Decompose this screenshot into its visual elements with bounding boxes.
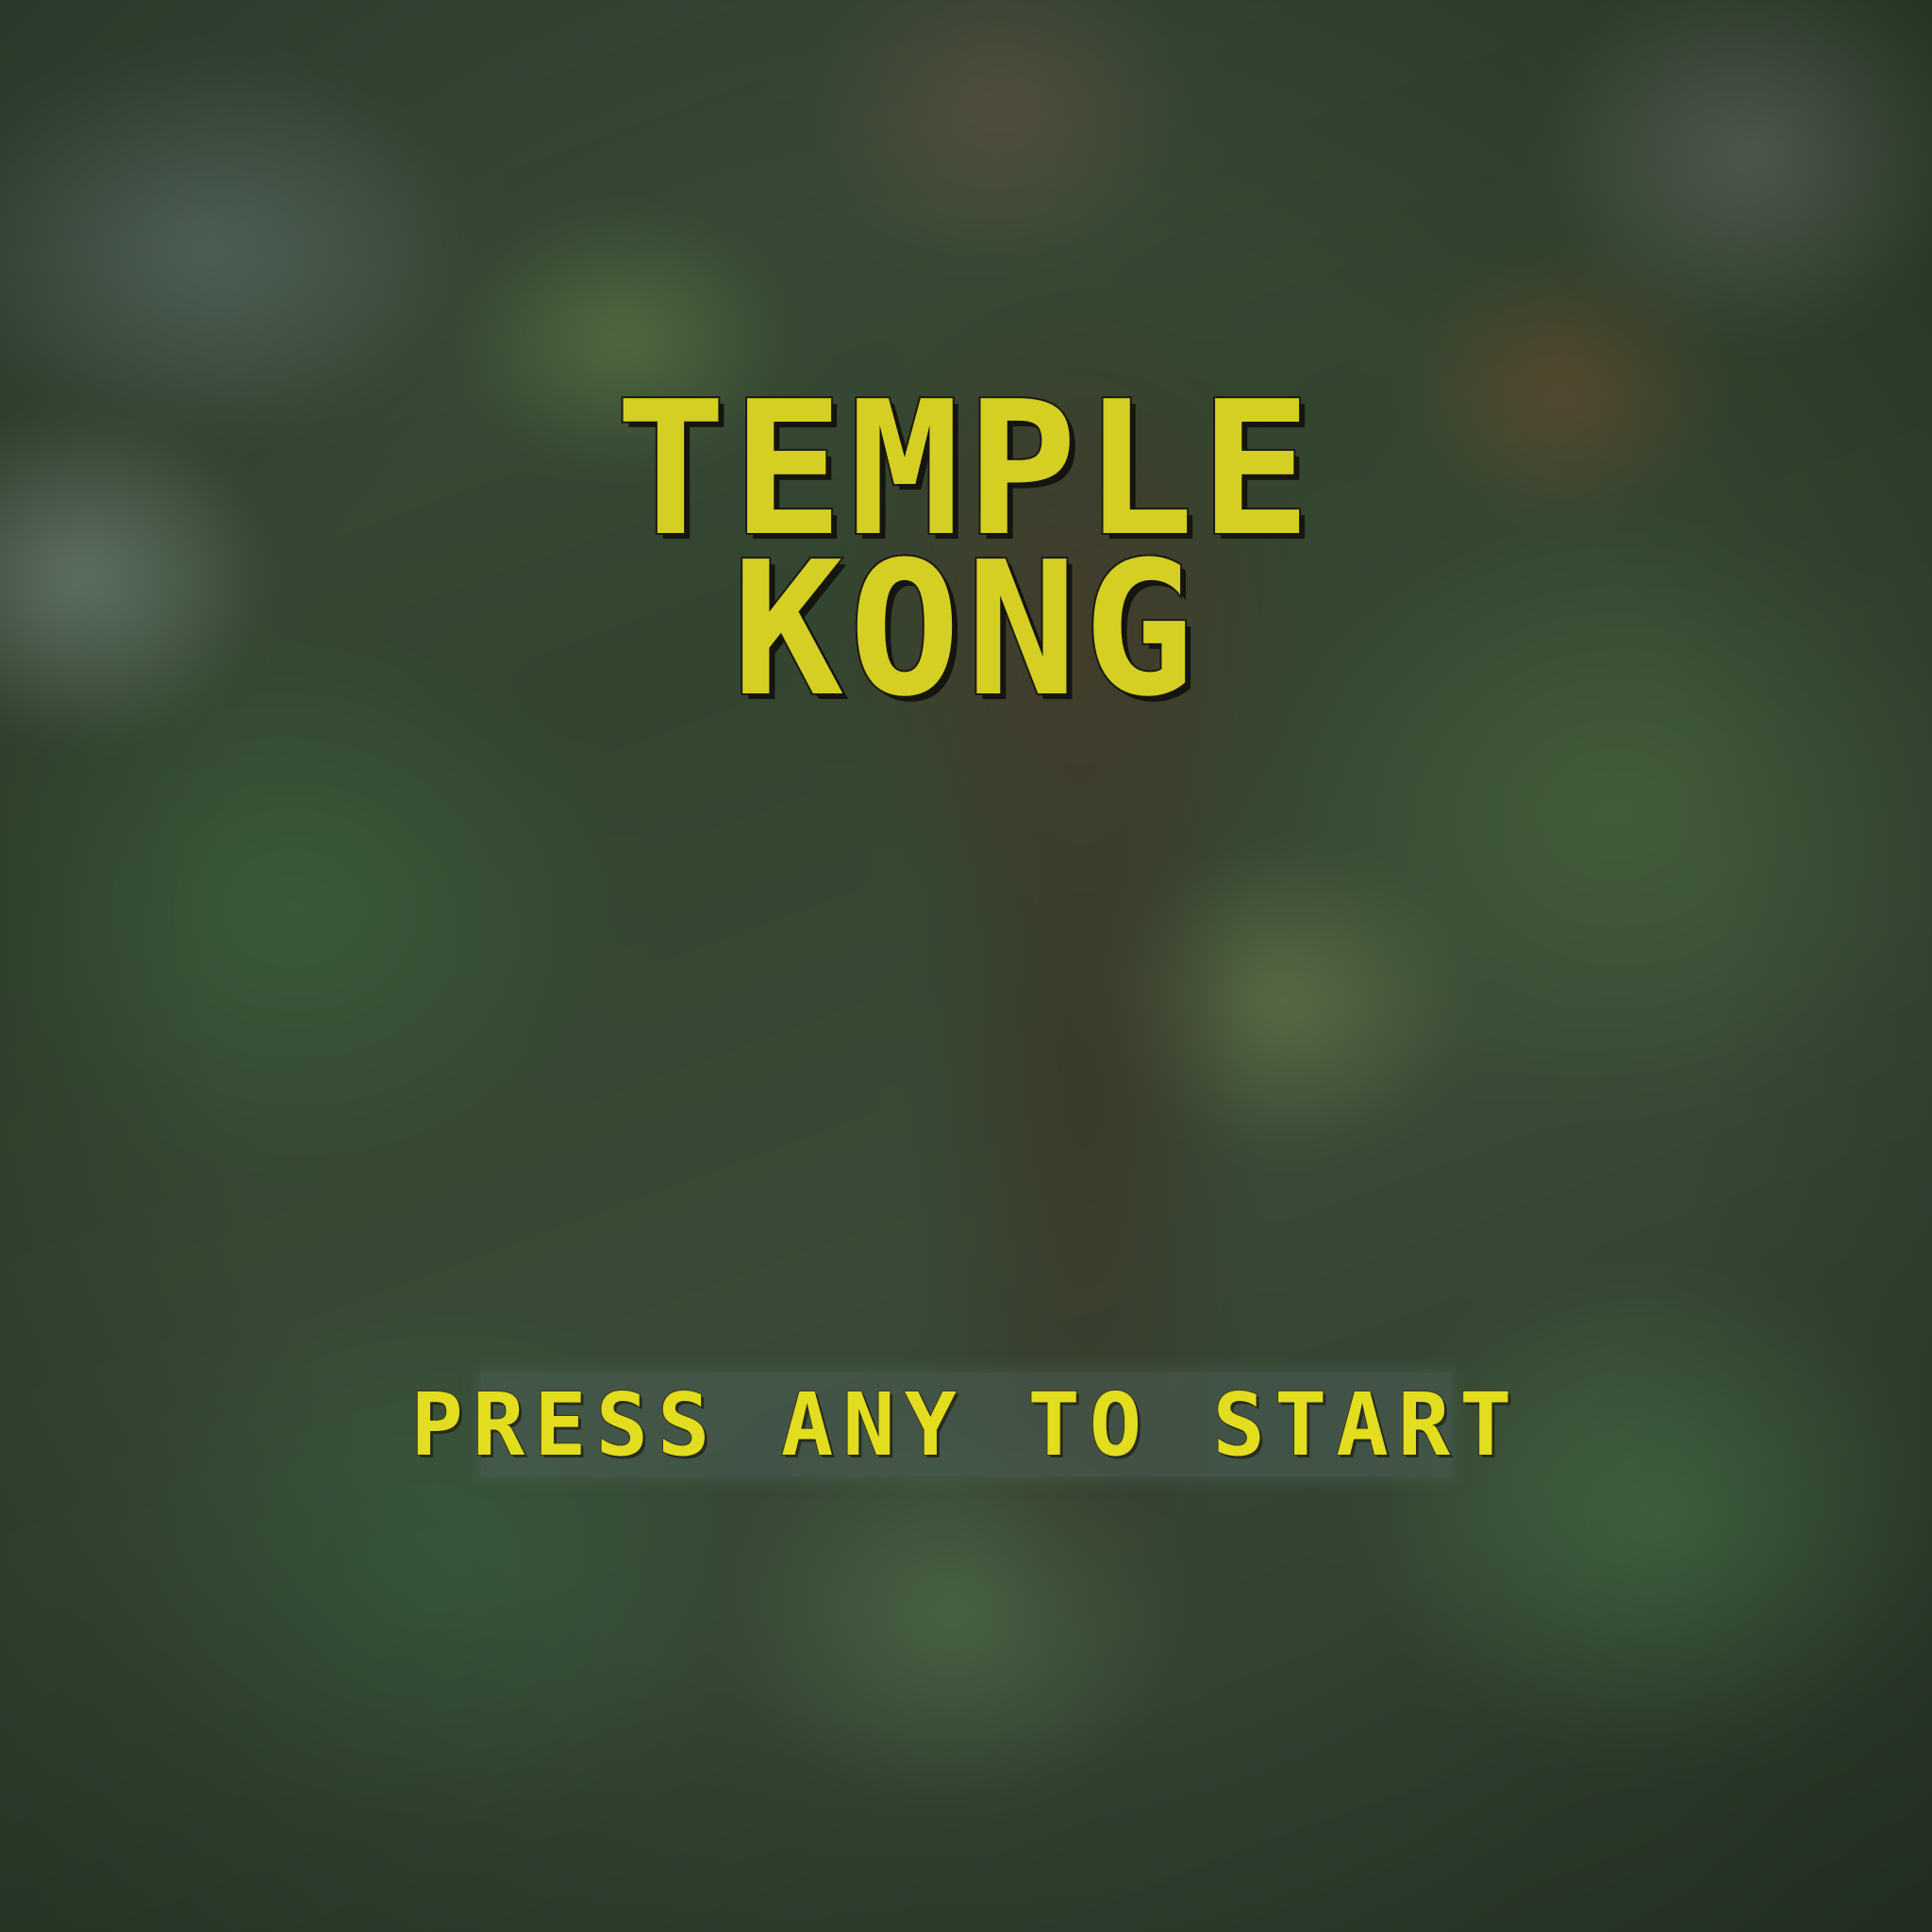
press-start-prompt[interactable]: PRESS ANY TO START [410,1373,1513,1476]
press-start-label: PRESS ANY TO START [410,1374,1522,1476]
background-vignette [0,0,1932,1932]
title-screen[interactable]: TEMPLE KONG PRESS ANY TO START [0,0,1932,1932]
title-line-kong: KONG [730,523,1200,738]
